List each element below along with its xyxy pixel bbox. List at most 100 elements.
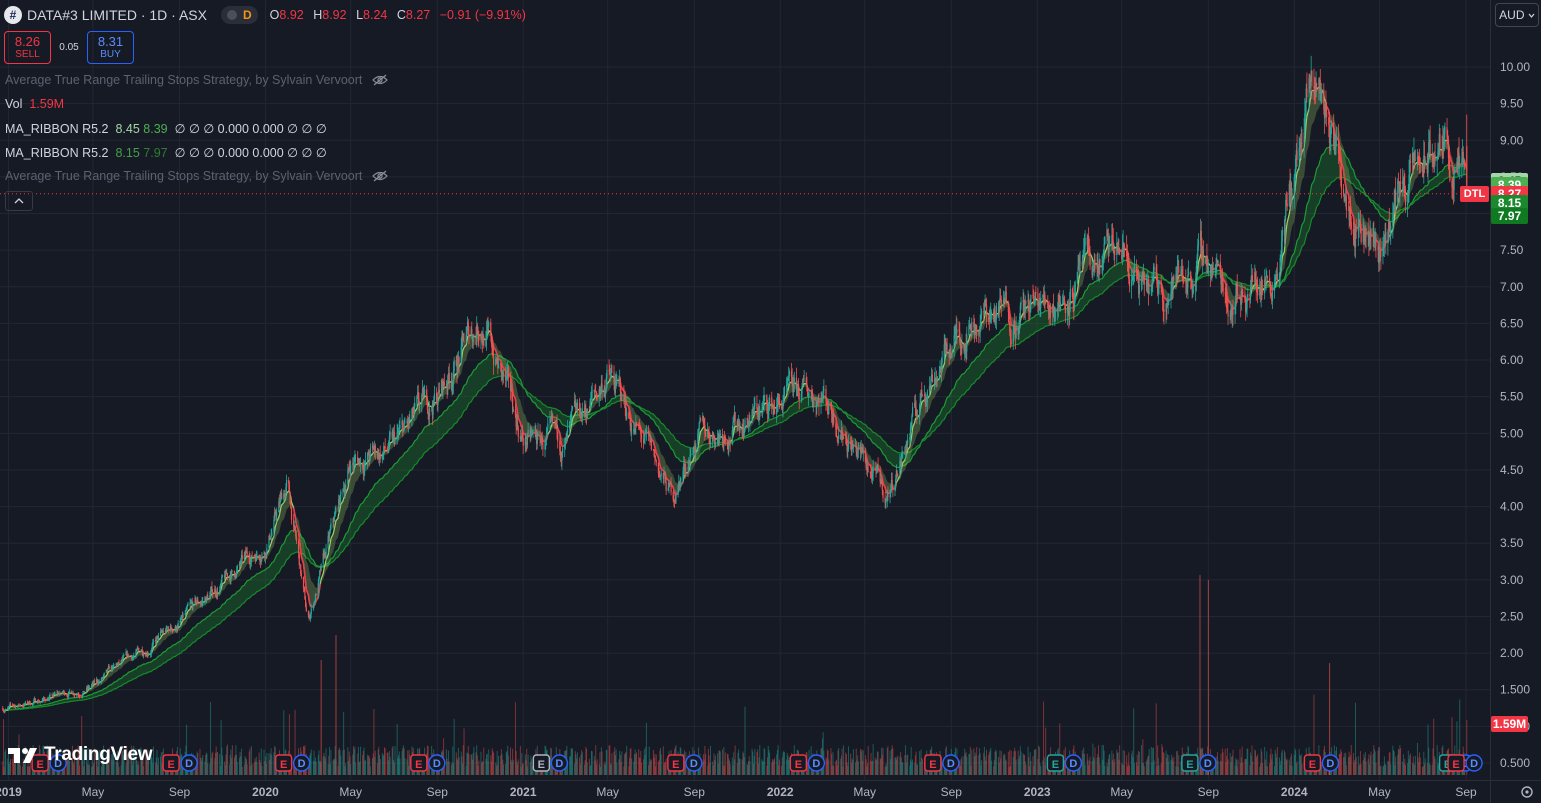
dividend-marker[interactable]: D	[942, 754, 960, 772]
dividend-marker[interactable]: D	[1064, 754, 1083, 772]
candle-body	[1385, 231, 1387, 243]
price-tick-label: 6.00	[1500, 353, 1524, 367]
candle-body	[1114, 250, 1116, 256]
earnings-marker[interactable]: E	[410, 754, 428, 772]
price-tick-label: 5.00	[1500, 426, 1524, 440]
candle-body	[1355, 227, 1357, 232]
candle-body	[1444, 127, 1446, 134]
volume-bar	[650, 759, 652, 775]
dividend-marker[interactable]: D	[1199, 754, 1217, 772]
dividend-marker[interactable]: D	[1465, 754, 1483, 772]
dividend-marker[interactable]: D	[685, 754, 703, 772]
axis-settings[interactable]	[1490, 780, 1541, 803]
candle-body	[542, 444, 544, 450]
earnings-marker[interactable]: E	[274, 754, 293, 772]
dividend-marker[interactable]: D	[807, 754, 826, 772]
earnings-marker[interactable]: E	[1303, 754, 1322, 772]
volume-bar	[231, 745, 233, 775]
volume-bar	[315, 761, 317, 775]
volume-bar	[843, 745, 845, 775]
trade-panel: 8.26 SELL 0.05 8.31 BUY	[4, 31, 134, 64]
candle-body	[862, 451, 864, 454]
candle-body	[795, 377, 798, 389]
candle-body	[882, 489, 884, 498]
candle-body	[359, 463, 362, 466]
volume-bar	[1419, 757, 1421, 775]
candle-body	[1395, 190, 1397, 203]
volume-bar	[1163, 753, 1165, 775]
candle-body	[195, 597, 197, 602]
earnings-marker[interactable]: E	[789, 754, 808, 772]
candle-body	[872, 467, 874, 474]
indicator-atr-2[interactable]: Average True Range Trailing Stops Strate…	[5, 169, 389, 183]
collapse-legend-button[interactable]	[5, 191, 33, 211]
candle-body	[221, 575, 224, 577]
candle-body	[956, 329, 958, 333]
earnings-marker[interactable]: E	[1181, 754, 1199, 772]
earnings-marker[interactable]: E	[532, 754, 551, 772]
candle-body	[266, 548, 268, 555]
volume-bar	[1409, 753, 1411, 775]
currency-select[interactable]: AUD	[1495, 3, 1539, 27]
dividend-marker[interactable]: D	[1321, 754, 1340, 772]
dividend-marker[interactable]: D	[550, 754, 569, 772]
indicator-ribbon-2[interactable]: MA_RIBBON R5.2 8.15 7.97 ∅ ∅ ∅ 0.000 0.0…	[5, 145, 327, 161]
candle-body	[907, 439, 909, 445]
volume-bar	[571, 749, 573, 775]
volume-bar	[921, 759, 923, 775]
earnings-marker[interactable]: E	[924, 754, 942, 772]
time-axis[interactable]: 2019 May Sep 2020 May Sep 2021 May Sep 2022 May Sep…	[0, 780, 1490, 803]
candle-body	[611, 371, 613, 373]
candle-body	[1178, 267, 1180, 273]
earnings-marker[interactable]: E	[667, 754, 685, 772]
candle-body	[1202, 249, 1205, 264]
candle-body	[1138, 284, 1140, 294]
time-tick-label: May	[596, 785, 619, 799]
hidden-eye-icon[interactable]	[372, 170, 389, 182]
volume-bar	[394, 745, 396, 775]
dividend-marker[interactable]: D	[428, 754, 446, 772]
market-status-badge[interactable]: D	[220, 6, 258, 24]
volume-bar	[961, 756, 963, 775]
earnings-marker[interactable]: E	[1046, 754, 1065, 772]
price-chart[interactable]: EDEDEDEDEDEDEDEDEDEDEDEDED	[0, 0, 1490, 780]
earnings-marker[interactable]: E	[1447, 754, 1465, 772]
candle-body	[1217, 261, 1219, 263]
indicator-atr-1[interactable]: Average True Range Trailing Stops Strate…	[5, 73, 389, 87]
volume-bar	[1178, 755, 1180, 775]
volume-bar	[483, 747, 485, 775]
volume-bar	[581, 752, 583, 775]
candle-body	[1252, 280, 1254, 283]
earnings-marker[interactable]: E	[162, 754, 180, 772]
symbol-title[interactable]: DATA#3 LIMITED · 1D · ASX	[27, 7, 207, 23]
candle-body	[345, 484, 347, 492]
candle-body	[695, 443, 697, 454]
volume-bar	[488, 749, 490, 775]
volume-bar	[596, 759, 598, 775]
volume-bar	[917, 764, 919, 775]
candle-body	[650, 439, 652, 450]
dividend-marker[interactable]: D	[292, 754, 311, 772]
svg-text:E: E	[415, 759, 422, 771]
candle-body	[1321, 89, 1323, 93]
price-tick-label: 9.00	[1500, 133, 1524, 147]
volume-bar	[1405, 764, 1407, 775]
volume-bar	[1222, 752, 1224, 775]
indicator-ribbon-1[interactable]: MA_RIBBON R5.2 8.45 8.39 ∅ ∅ ∅ 0.000 0.0…	[5, 121, 327, 137]
candle-body	[374, 445, 376, 453]
price-axis[interactable]: 10.009.509.008.508.007.507.006.506.005.5…	[1490, 0, 1541, 780]
sell-button[interactable]: 8.26 SELL	[4, 31, 51, 64]
time-tick-label: May	[82, 785, 105, 799]
volume-bar	[852, 749, 854, 775]
volume-bar	[1094, 747, 1096, 775]
volume-bar	[759, 745, 761, 775]
buy-button[interactable]: 8.31 BUY	[87, 31, 134, 64]
dividend-marker[interactable]: D	[180, 754, 198, 772]
hidden-eye-icon[interactable]	[372, 74, 389, 86]
candle-body	[1192, 290, 1195, 292]
candle-body	[315, 594, 317, 596]
price-tick-label: 6.50	[1500, 316, 1524, 330]
volume-bar	[621, 751, 623, 775]
tradingview-logo[interactable]: TradingView	[8, 744, 153, 766]
indicator-volume[interactable]: Vol 1.59M	[5, 97, 64, 111]
